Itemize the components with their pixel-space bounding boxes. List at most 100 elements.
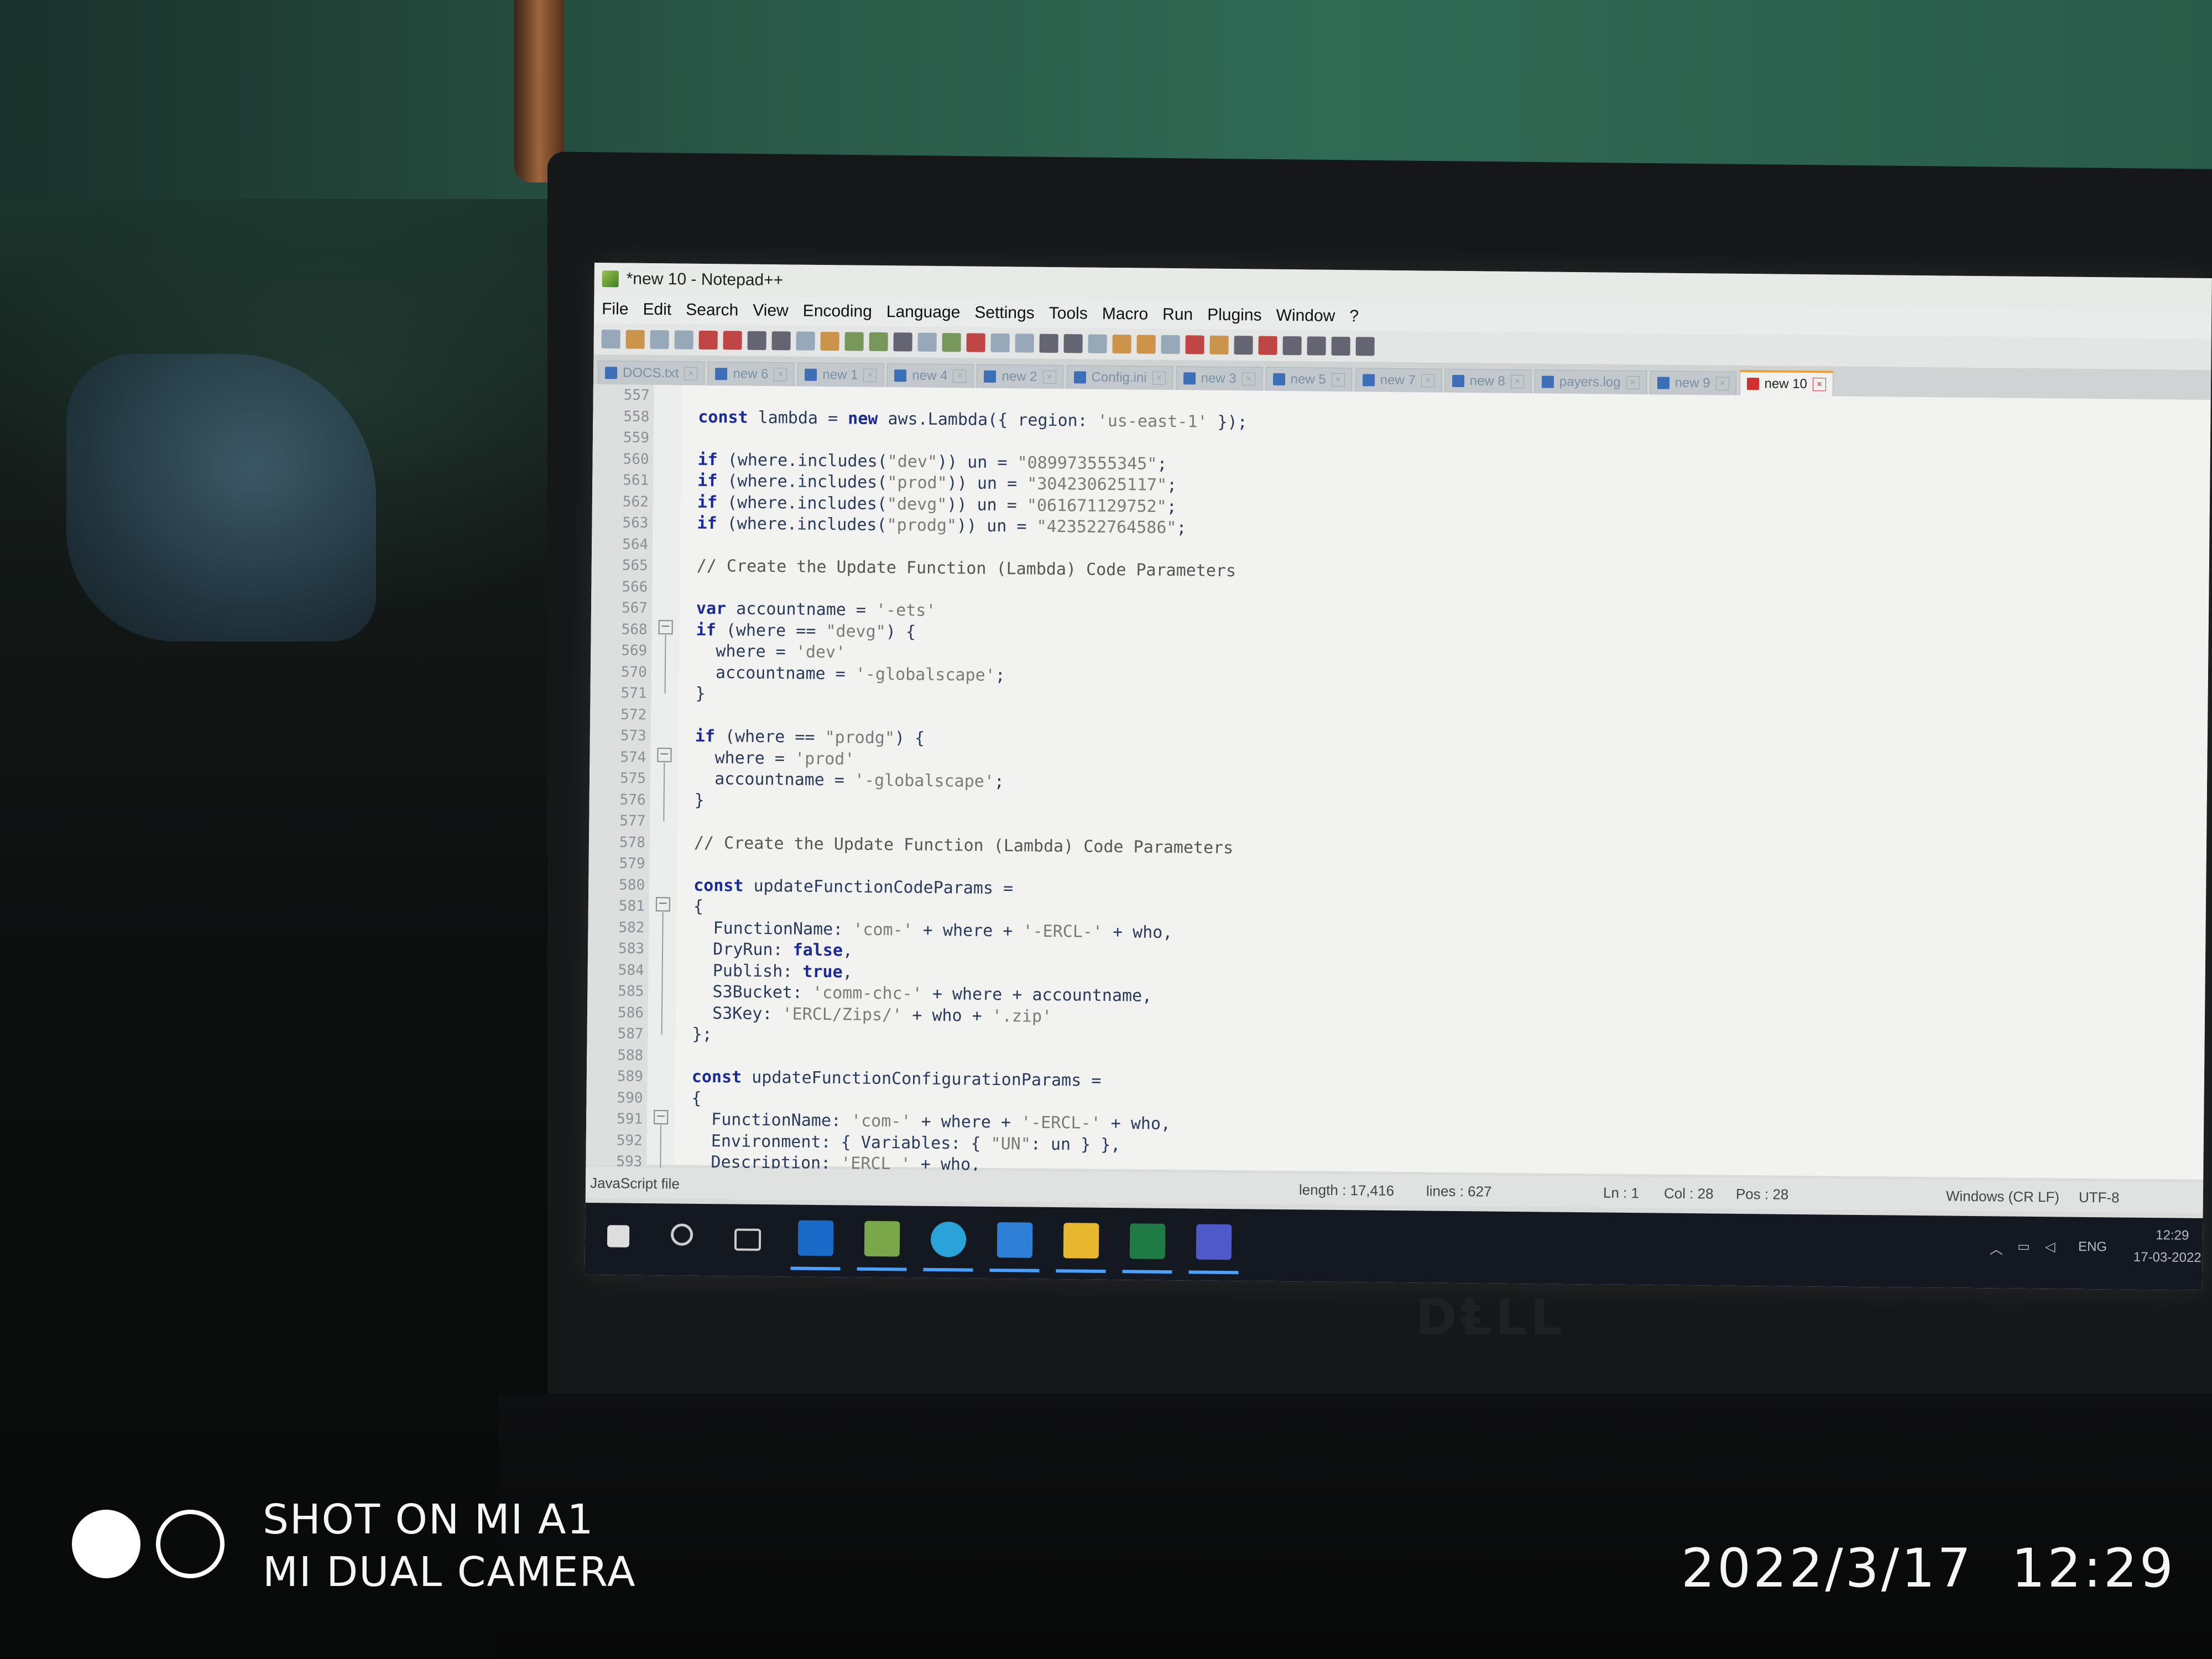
tab-close-icon[interactable]: × <box>1812 378 1827 392</box>
menu-plugins[interactable]: Plugins <box>1207 306 1262 325</box>
zoom-out-icon[interactable] <box>966 333 985 352</box>
tab-close-icon[interactable]: × <box>1241 372 1255 386</box>
undo-icon[interactable] <box>844 332 864 351</box>
tab-config-ini[interactable]: Config.ini × <box>1066 365 1173 390</box>
fold-toggle-icon[interactable]: − <box>654 1109 669 1125</box>
cut-icon[interactable] <box>771 331 791 351</box>
tab-close-icon[interactable]: × <box>1152 371 1166 385</box>
tab-close-icon[interactable]: × <box>1510 374 1524 389</box>
menu-encoding[interactable]: Encoding <box>803 302 872 321</box>
line-number: 567 <box>621 599 648 617</box>
open-file-icon[interactable] <box>625 330 645 349</box>
monitoring-icon[interactable] <box>1234 336 1253 355</box>
language-indicator[interactable]: ENG <box>2078 1239 2107 1255</box>
tab-new-10[interactable]: new 10 × <box>1739 369 1834 397</box>
close-icon[interactable] <box>698 330 718 350</box>
file-explorer-icon[interactable] <box>1063 1223 1099 1259</box>
tab-close-icon[interactable]: × <box>953 369 967 383</box>
tab-new-7[interactable]: new 7 × <box>1355 368 1442 393</box>
record-macro-icon[interactable] <box>1258 336 1277 355</box>
fold-toggle-icon[interactable]: − <box>658 619 673 635</box>
excel-icon[interactable] <box>1129 1223 1166 1259</box>
tab-close-icon[interactable]: × <box>1626 375 1640 390</box>
task-view-icon[interactable] <box>734 1228 761 1251</box>
run-macro-multiple-icon[interactable] <box>1331 336 1350 356</box>
tab-new-1[interactable]: new 1 × <box>797 362 884 388</box>
doc-map-icon[interactable] <box>1112 334 1131 354</box>
start-icon[interactable] <box>607 1225 630 1248</box>
stop-macro-icon[interactable] <box>1282 336 1302 356</box>
play-macro-icon[interactable] <box>1307 336 1326 356</box>
menu-language[interactable]: Language <box>886 302 961 322</box>
save-macro-icon[interactable] <box>1355 337 1375 356</box>
tab-close-icon[interactable]: × <box>1331 373 1345 387</box>
watermark-datetime: 2022/3/17 12:29 <box>1681 1537 2176 1599</box>
tab-new-6[interactable]: new 6 × <box>708 361 795 387</box>
tab-docs-txt[interactable]: DOCS.txt × <box>597 361 705 385</box>
function-list-icon[interactable] <box>1136 335 1156 354</box>
pdf-icon[interactable] <box>1185 335 1204 354</box>
indent-guide-icon[interactable] <box>1088 334 1107 353</box>
sync-vertical-icon[interactable] <box>990 333 1010 353</box>
save-all-icon[interactable] <box>674 330 693 349</box>
find-icon[interactable] <box>893 332 912 352</box>
menu-help[interactable]: ? <box>1349 307 1359 326</box>
tab-payers-log[interactable]: payers.log × <box>1534 369 1647 395</box>
excel-active-indicator <box>1122 1270 1172 1274</box>
sync-horizontal-icon[interactable] <box>1015 333 1034 353</box>
edge-icon[interactable] <box>930 1221 967 1258</box>
zoom-in-icon[interactable] <box>942 333 961 352</box>
tab-new-8[interactable]: new 8 × <box>1444 368 1532 394</box>
folder-workspace-icon[interactable] <box>1209 335 1229 355</box>
tab-close-icon[interactable]: × <box>774 368 787 382</box>
tab-close-icon[interactable]: × <box>1715 377 1729 390</box>
save-icon[interactable] <box>650 330 669 349</box>
teams-icon[interactable] <box>1196 1224 1232 1260</box>
tab-label: new 5 <box>1290 372 1326 387</box>
menu-macro[interactable]: Macro <box>1102 305 1149 324</box>
menu-tools[interactable]: Tools <box>1049 304 1088 324</box>
tab-new-5[interactable]: new 5 × <box>1265 367 1352 392</box>
replace-icon[interactable] <box>917 332 937 352</box>
tray-chevron-icon[interactable]: ︿ <box>1990 1238 2003 1258</box>
redo-icon[interactable] <box>869 332 888 352</box>
outlook-icon[interactable] <box>797 1220 834 1256</box>
editor-area[interactable]: 557 558 559 560 561 562 563 564 565 566 567 568 569 5… <box>586 384 2211 1180</box>
network-icon[interactable]: ▭ <box>2017 1239 2030 1255</box>
tab-close-icon[interactable]: × <box>684 367 698 380</box>
print-icon[interactable] <box>747 331 766 350</box>
camera-watermark-dot-filled <box>72 1510 140 1578</box>
show-all-chars-icon[interactable] <box>1063 334 1083 353</box>
vscode-icon[interactable] <box>997 1222 1033 1258</box>
fold-toggle-icon[interactable]: − <box>655 896 670 912</box>
tab-close-icon[interactable]: × <box>1421 374 1434 388</box>
clipboard-history-icon[interactable] <box>1161 335 1180 354</box>
menu-view[interactable]: View <box>753 301 789 321</box>
code-text[interactable]: const lambda = new aws.Lambda({ region: … <box>674 385 2210 1180</box>
tray-date[interactable]: 17-03-2022 <box>2133 1250 2201 1266</box>
menu-search[interactable]: Search <box>686 301 738 320</box>
word-wrap-icon[interactable] <box>1039 333 1058 353</box>
tab-close-icon[interactable]: × <box>1042 370 1056 384</box>
copy-icon[interactable] <box>796 331 815 351</box>
tab-new-9[interactable]: new 9 × <box>1650 371 1736 395</box>
tab-new-2[interactable]: new 2 × <box>977 364 1063 389</box>
tab-new-3[interactable]: new 3 × <box>1176 366 1262 391</box>
menu-edit[interactable]: Edit <box>643 300 671 319</box>
close-all-icon[interactable] <box>723 331 742 350</box>
menu-file[interactable]: File <box>602 300 629 319</box>
menu-settings[interactable]: Settings <box>974 304 1035 323</box>
menu-window[interactable]: Window <box>1276 306 1335 326</box>
paste-icon[interactable] <box>820 331 839 351</box>
menu-run[interactable]: Run <box>1162 305 1193 325</box>
new-file-icon[interactable] <box>601 330 620 349</box>
notepadpp-icon[interactable] <box>864 1220 900 1257</box>
tab-new-4[interactable]: new 4 × <box>887 363 974 388</box>
fold-toggle-icon[interactable]: − <box>657 747 672 763</box>
fold-line <box>663 763 665 822</box>
volume-icon[interactable]: ◁ <box>2045 1239 2056 1255</box>
line-number: 562 <box>622 493 649 510</box>
search-icon[interactable] <box>670 1223 693 1246</box>
tab-close-icon[interactable]: × <box>863 368 877 382</box>
tray-time[interactable]: 12:29 <box>2156 1228 2189 1244</box>
